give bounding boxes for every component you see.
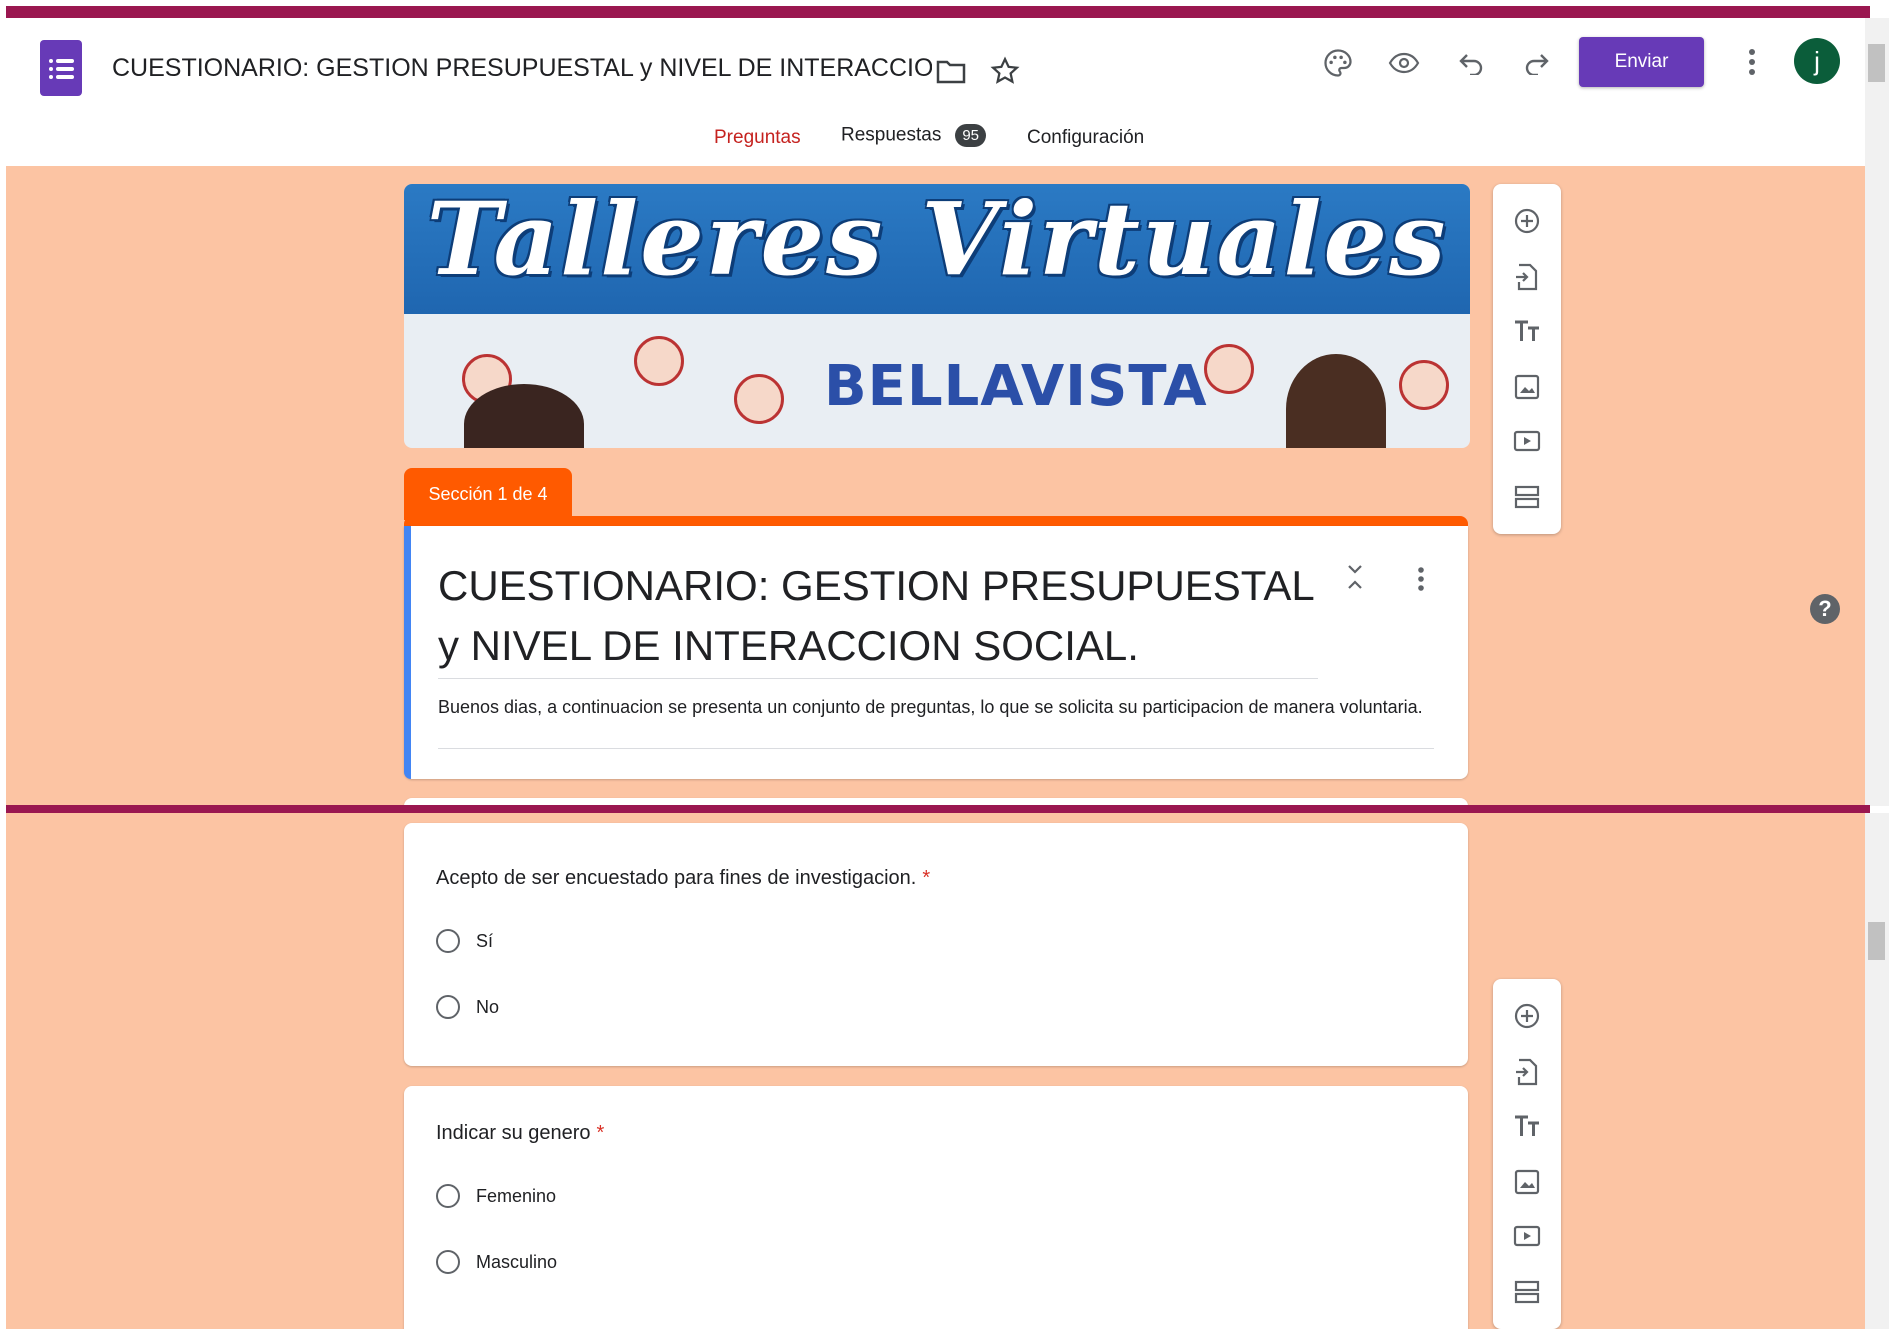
add-image-icon[interactable] bbox=[1493, 364, 1561, 410]
add-title-icon[interactable] bbox=[1493, 308, 1561, 354]
account-avatar[interactable]: j bbox=[1794, 38, 1840, 84]
document-title[interactable]: CUESTIONARIO: GESTION PRESUPUESTAL y NIV… bbox=[112, 54, 932, 83]
import-questions-icon[interactable] bbox=[1493, 254, 1561, 300]
preview-eye-icon[interactable] bbox=[1387, 46, 1421, 80]
radio-button[interactable] bbox=[436, 1184, 460, 1208]
palette-icon[interactable] bbox=[1321, 46, 1355, 80]
add-section-icon[interactable] bbox=[1493, 1269, 1561, 1315]
collapse-section-icon[interactable] bbox=[1340, 562, 1370, 592]
radio-option-no[interactable]: No bbox=[436, 995, 499, 1019]
add-question-icon[interactable] bbox=[1493, 993, 1561, 1039]
undo-icon[interactable] bbox=[1454, 46, 1488, 80]
send-button[interactable]: Enviar bbox=[1579, 37, 1704, 87]
app-header: CUESTIONARIO: GESTION PRESUPUESTAL y NIV… bbox=[6, 18, 1865, 184]
scrollbar-thumb-top[interactable] bbox=[1868, 44, 1885, 82]
add-title-icon[interactable] bbox=[1493, 1103, 1561, 1149]
add-section-icon[interactable] bbox=[1493, 474, 1561, 520]
focus-accent bbox=[404, 526, 411, 779]
scrollbar-thumb-bottom[interactable] bbox=[1868, 922, 1885, 960]
question-title: Acepto de ser encuestado para fines de i… bbox=[436, 867, 931, 889]
import-questions-icon[interactable] bbox=[1493, 1049, 1561, 1095]
tab-questions-label: Preguntas bbox=[714, 127, 801, 148]
folder-icon[interactable] bbox=[934, 54, 968, 88]
tab-settings[interactable]: Configuración bbox=[1027, 127, 1144, 149]
more-vert-icon[interactable] bbox=[1737, 44, 1767, 80]
tab-responses[interactable]: Respuestas 95 bbox=[841, 124, 987, 147]
radio-option-masculino[interactable]: Masculino bbox=[436, 1250, 557, 1274]
tab-settings-label: Configuración bbox=[1027, 127, 1145, 148]
banner-subtitle: BELLAVISTA bbox=[824, 354, 1208, 419]
required-asterisk: * bbox=[596, 1122, 605, 1144]
form-description[interactable]: Buenos dias, a continuacion se presenta … bbox=[438, 694, 1428, 721]
forms-logo-icon[interactable] bbox=[40, 40, 82, 96]
radio-option-femenino[interactable]: Femenino bbox=[436, 1184, 556, 1208]
section-label: Sección 1 de 4 bbox=[404, 468, 572, 520]
add-image-icon[interactable] bbox=[1493, 1159, 1561, 1205]
help-icon[interactable]: ? bbox=[1810, 594, 1840, 624]
question-title: Indicar su genero * bbox=[436, 1122, 605, 1144]
window-top-border bbox=[6, 6, 1870, 18]
scrollbar-top[interactable] bbox=[1865, 18, 1889, 806]
add-video-icon[interactable] bbox=[1493, 418, 1561, 464]
add-video-icon[interactable] bbox=[1493, 1213, 1561, 1259]
section-header-card[interactable]: CUESTIONARIO: GESTION PRESUPUESTAL y NIV… bbox=[404, 526, 1468, 779]
radio-option-si[interactable]: Sí bbox=[436, 929, 493, 953]
floating-toolbar-bottom bbox=[1493, 979, 1561, 1329]
banner-title: Talleres Virtuales bbox=[426, 184, 1448, 298]
star-icon[interactable] bbox=[988, 54, 1022, 88]
screenshot-divider bbox=[6, 805, 1870, 813]
form-title[interactable]: CUESTIONARIO: GESTION PRESUPUESTAL y NIV… bbox=[438, 556, 1318, 676]
header-banner-image: Talleres Virtuales BELLAVISTA bbox=[404, 184, 1470, 448]
form-editor-top: Talleres Virtuales BELLAVISTA Sección 1 … bbox=[6, 166, 1865, 805]
radio-button[interactable] bbox=[436, 995, 460, 1019]
section-more-icon[interactable] bbox=[1406, 562, 1436, 596]
tab-questions[interactable]: Preguntas bbox=[714, 127, 801, 149]
responses-count-badge: 95 bbox=[955, 124, 987, 147]
add-question-icon[interactable] bbox=[1493, 198, 1561, 244]
radio-button[interactable] bbox=[436, 1250, 460, 1274]
question-card-consent[interactable]: Acepto de ser encuestado para fines de i… bbox=[404, 823, 1468, 1066]
tab-responses-label: Respuestas bbox=[841, 124, 942, 146]
required-asterisk: * bbox=[922, 867, 931, 889]
floating-toolbar-top bbox=[1493, 184, 1561, 534]
radio-button[interactable] bbox=[436, 929, 460, 953]
question-card-gender[interactable]: Indicar su genero * Femenino Masculino bbox=[404, 1086, 1468, 1329]
scrollbar-bottom[interactable] bbox=[1865, 813, 1889, 1329]
next-card-peek bbox=[404, 798, 1468, 805]
redo-icon[interactable] bbox=[1520, 46, 1554, 80]
form-editor-bottom: Acepto de ser encuestado para fines de i… bbox=[6, 813, 1865, 1329]
